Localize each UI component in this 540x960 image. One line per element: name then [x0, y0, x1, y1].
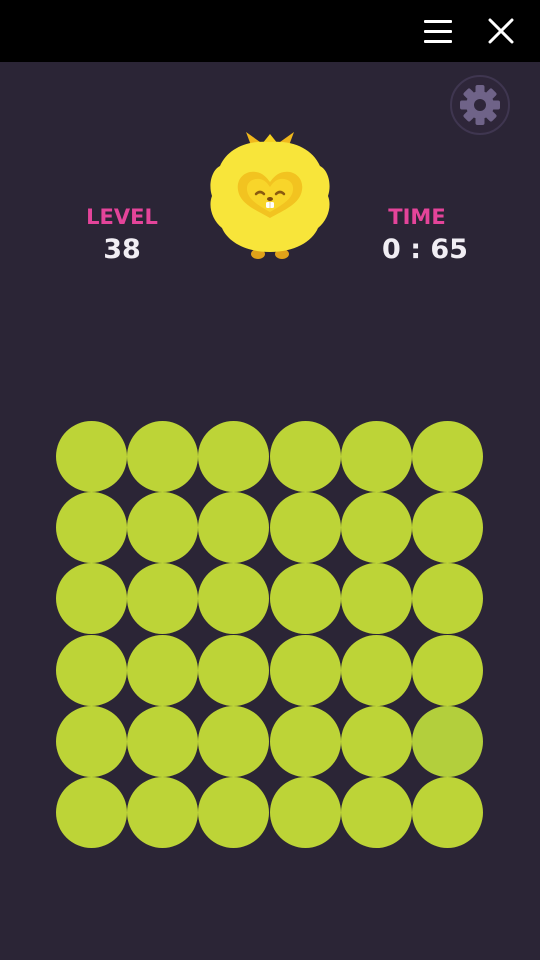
tile-circle[interactable]: [269, 634, 341, 706]
tile-circle[interactable]: [269, 777, 341, 848]
hamburger-menu-icon: [424, 20, 452, 23]
tile-circle[interactable]: [56, 563, 127, 635]
tile-circle[interactable]: [412, 421, 483, 492]
settings-button[interactable]: [449, 74, 511, 136]
tile-circle[interactable]: [412, 492, 483, 564]
level-label: LEVEL: [86, 205, 158, 229]
close-button[interactable]: [482, 12, 520, 50]
tile-circle[interactable]: [198, 705, 270, 777]
top-bar: [0, 0, 540, 62]
tile-circle[interactable]: [198, 634, 270, 706]
tile-circle[interactable]: [56, 705, 127, 777]
tile-circle[interactable]: [412, 563, 483, 635]
tile-circle[interactable]: [56, 777, 127, 848]
tile-circle[interactable]: [340, 421, 412, 492]
tile-circle[interactable]: [340, 777, 412, 848]
tile-circle[interactable]: [269, 563, 341, 635]
tile-circle[interactable]: [56, 421, 127, 492]
tile-circle[interactable]: [127, 563, 199, 635]
gear-icon: [450, 75, 510, 135]
tile-circle[interactable]: [269, 705, 341, 777]
tile-circle[interactable]: [56, 492, 127, 564]
tile-circle[interactable]: [412, 634, 483, 706]
yellow-fluffy-creature-icon: [210, 132, 330, 259]
tile-circle[interactable]: [198, 777, 270, 848]
hamburger-menu-icon-line: [424, 30, 452, 33]
tile-circle[interactable]: [269, 421, 341, 492]
tile-circle[interactable]: [340, 563, 412, 635]
tile-circle[interactable]: [412, 705, 483, 777]
tile-circle[interactable]: [412, 777, 483, 848]
tile-circle[interactable]: [340, 634, 412, 706]
tile-circle[interactable]: [340, 705, 412, 777]
hamburger-menu-icon-line: [424, 40, 452, 43]
close-icon: [488, 18, 514, 44]
tile-circle[interactable]: [269, 492, 341, 564]
tile-circle[interactable]: [198, 563, 270, 635]
tile-circle[interactable]: [198, 421, 270, 492]
tile-circle[interactable]: [127, 705, 199, 777]
tile-circle[interactable]: [198, 492, 270, 564]
mascot: [200, 126, 340, 266]
tile-circle[interactable]: [127, 634, 199, 706]
tile-circle[interactable]: [127, 492, 199, 564]
tile-circle[interactable]: [127, 421, 199, 492]
time-label: TIME: [388, 205, 446, 229]
level-value: 38: [103, 234, 141, 265]
tile-circle[interactable]: [340, 492, 412, 564]
tile-grid: [56, 421, 483, 849]
tile-circle[interactable]: [56, 634, 127, 706]
menu-button[interactable]: [420, 12, 456, 50]
time-value: 0 : 65: [382, 234, 468, 265]
tile-circle[interactable]: [127, 777, 199, 848]
